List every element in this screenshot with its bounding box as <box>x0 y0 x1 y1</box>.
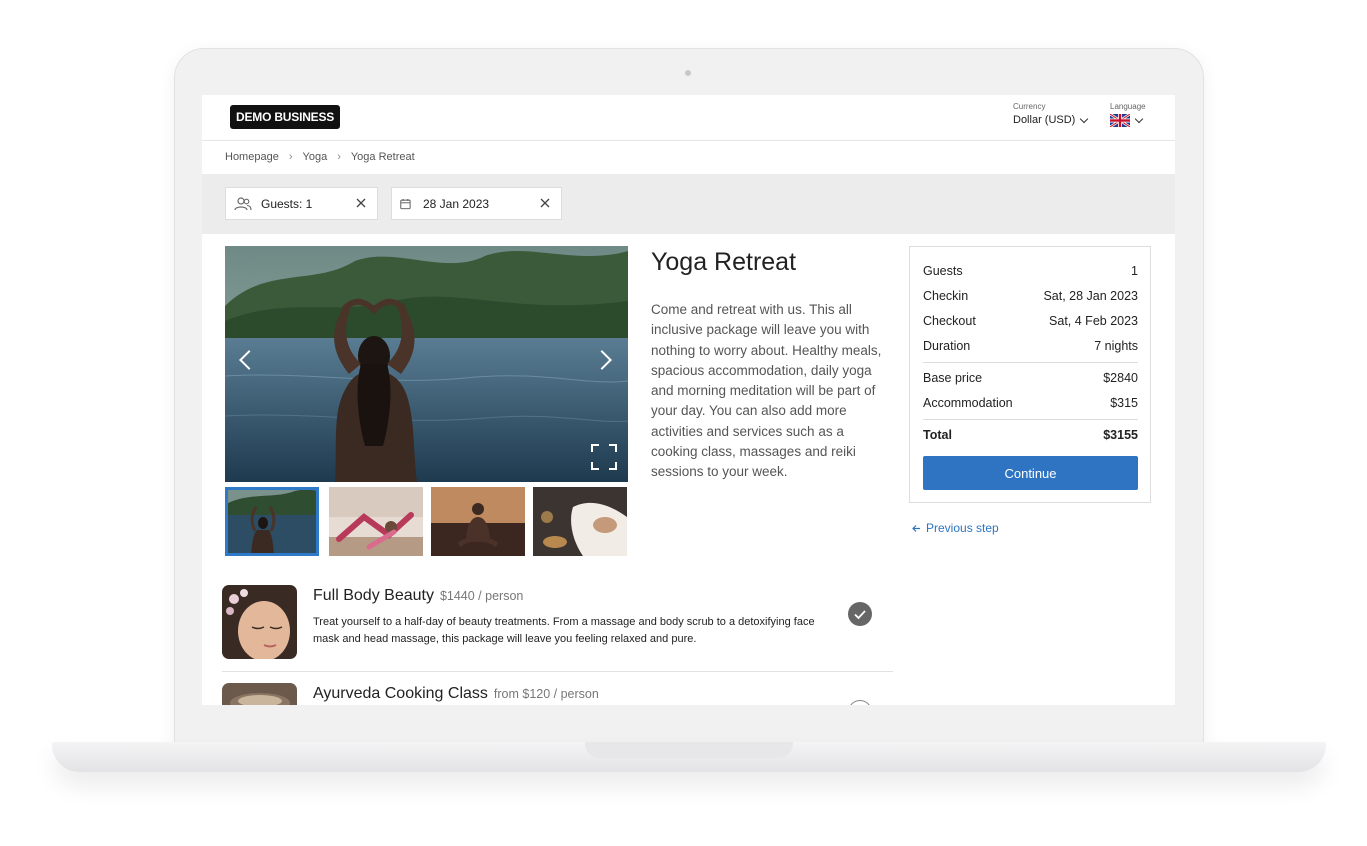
summary-value: $2840 <box>1103 371 1138 385</box>
summary-label: Checkout <box>923 314 976 328</box>
activity-item[interactable]: Full Body Beauty $1440 / person Treat you… <box>222 585 893 665</box>
summary-value: Sat, 4 Feb 2023 <box>1049 314 1138 328</box>
guests-filter-label: Guests: 1 <box>261 196 313 211</box>
chevron-right-icon: › <box>288 151 293 163</box>
gallery-main-image[interactable] <box>225 246 628 482</box>
activity-image <box>222 683 297 705</box>
summary-label: Guests <box>923 264 963 278</box>
summary-label: Total <box>923 428 952 442</box>
thumbnail-4[interactable] <box>533 487 627 556</box>
chevron-down-icon <box>1134 114 1144 124</box>
uk-flag-icon <box>1110 114 1130 127</box>
summary-row-checkout: Checkout Sat, 4 Feb 2023 <box>923 314 1138 328</box>
activity-title: Ayurveda Cooking Class from $120 / person <box>313 685 599 703</box>
camera-dot <box>685 70 691 76</box>
activity-item[interactable]: Ayurveda Cooking Class from $120 / person <box>222 683 893 705</box>
booking-summary: Guests 1 Checkin Sat, 28 Jan 2023 Checko… <box>909 246 1151 503</box>
previous-step-link[interactable]: Previous step <box>912 521 999 535</box>
date-filter[interactable]: 28 Jan 2023 <box>391 187 562 220</box>
activity-divider <box>222 671 893 672</box>
summary-value: $3155 <box>1103 428 1138 442</box>
activity-title: Full Body Beauty $1440 / person <box>313 587 523 605</box>
thumbnail-2[interactable] <box>329 487 423 556</box>
summary-row-accommodation: Accommodation $315 <box>923 396 1138 410</box>
yoga-pool-photo <box>225 246 628 482</box>
summary-value: Sat, 28 Jan 2023 <box>1043 289 1138 303</box>
continue-button[interactable]: Continue <box>923 456 1138 490</box>
thumbnail-1[interactable] <box>225 487 319 556</box>
summary-value: 7 nights <box>1094 339 1138 353</box>
activity-name: Full Body Beauty <box>313 587 434 604</box>
summary-value: $315 <box>1110 396 1138 410</box>
thumbnail-3[interactable] <box>431 487 525 556</box>
chevron-down-icon <box>1080 114 1089 123</box>
calendar-icon <box>400 198 411 209</box>
fullscreen-icon[interactable] <box>591 444 617 470</box>
close-icon[interactable] <box>355 197 367 209</box>
business-logo[interactable]: DEMO BUSINESS <box>230 105 341 129</box>
summary-label: Duration <box>923 339 971 353</box>
summary-row-total: Total $3155 <box>923 428 1138 442</box>
breadcrumb-homepage[interactable]: Homepage <box>225 151 283 163</box>
summary-row-guests: Guests 1 <box>923 264 1138 278</box>
breadcrumb-current: Yoga Retreat <box>350 151 415 163</box>
filter-bar: Guests: 1 28 Jan 2023 <box>202 174 1175 234</box>
date-filter-label: 28 Jan 2023 <box>423 196 490 211</box>
gallery-thumbnails <box>225 487 628 557</box>
activity-description: Treat yourself to a half-day of beauty t… <box>313 616 815 645</box>
unselected-check-icon[interactable] <box>848 700 872 705</box>
laptop-notch <box>585 742 793 758</box>
arrow-left-icon <box>912 524 920 532</box>
users-icon <box>234 196 252 210</box>
previous-step-label: Previous step <box>926 521 999 535</box>
summary-row-duration: Duration 7 nights <box>923 339 1138 353</box>
close-icon[interactable] <box>539 197 551 209</box>
product-title: Yoga Retreat <box>651 248 797 276</box>
selected-check-icon[interactable] <box>848 602 872 626</box>
activity-price: $1440 / person <box>439 589 524 603</box>
summary-label: Accommodation <box>923 396 1013 410</box>
activity-price: from $120 / person <box>493 687 599 701</box>
chevron-right-icon: › <box>337 151 341 163</box>
currency-selector[interactable]: Currency Dollar (USD) <box>1013 102 1089 126</box>
summary-row-base-price: Base price $2840 <box>923 371 1138 385</box>
currency-label: Currency <box>1013 102 1046 111</box>
summary-value: 1 <box>1131 264 1138 278</box>
currency-value: Dollar (USD) <box>1013 114 1076 126</box>
summary-label: Base price <box>923 371 983 385</box>
summary-label: Checkin <box>923 289 969 303</box>
header: DEMO BUSINESS Currency Dollar (USD) Lang… <box>202 95 1175 141</box>
summary-divider <box>923 419 1138 420</box>
screen: DEMO BUSINESS Currency Dollar (USD) Lang… <box>202 95 1175 705</box>
product-description: Come and retreat with us. This all inclu… <box>651 302 882 480</box>
guests-filter[interactable]: Guests: 1 <box>225 187 378 220</box>
breadcrumb: Homepage › Yoga › Yoga Retreat <box>225 151 419 163</box>
breadcrumb-yoga[interactable]: Yoga <box>299 151 332 163</box>
language-selector[interactable]: Language <box>1110 102 1146 127</box>
summary-row-checkin: Checkin Sat, 28 Jan 2023 <box>923 289 1138 303</box>
summary-divider <box>923 362 1138 363</box>
language-label: Language <box>1110 102 1146 111</box>
activity-image <box>222 585 297 659</box>
activity-name: Ayurveda Cooking Class <box>313 685 488 702</box>
